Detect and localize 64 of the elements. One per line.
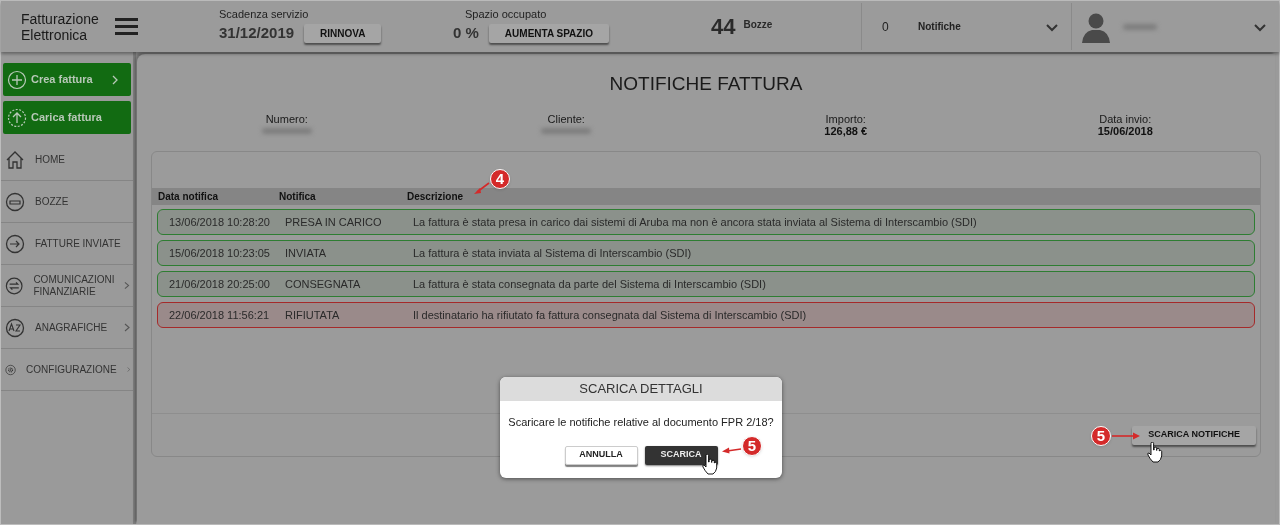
dialog-title: SCARICA DETTAGLI [500, 377, 782, 401]
annotation-arrow-icon [473, 182, 491, 196]
arrow-circle-icon [5, 233, 25, 254]
field-label: Cliente: [547, 113, 585, 125]
notifications-label: Notifiche [918, 20, 962, 34]
notification-cell-text: PRESA IN CARICO [285, 214, 383, 230]
sidebar-action-button[interactable]: Carica fattura [3, 101, 131, 134]
hand-cursor-icon [701, 454, 718, 475]
sidebar-item[interactable]: BOZZE [1, 181, 133, 223]
field-label: Data invio: [1099, 113, 1152, 125]
description-cell-text: Il destinatario ha rifiutato fa fattura consegnata dal Sistema di Interscambio (SDI) [413, 307, 808, 323]
space-value: 0 % [453, 23, 479, 44]
description-cell-text: La fattura è stata inviata al Sistema di Interscambio (SDI) [413, 245, 693, 261]
field-label: Importo: [825, 113, 866, 125]
hand-cursor-icon [1146, 442, 1163, 463]
notification-cell-text: CONSEGNATA [285, 276, 362, 292]
notification-row[interactable]: 15/06/2018 10:23:05 INVIATA La fattura è stata inviata al Sistema di Interscambio (SDI) [157, 240, 1255, 266]
field-value: 126,88 € [824, 125, 868, 137]
exchange-icon [5, 275, 24, 296]
expiry-date: 31/12/2019 [219, 23, 295, 44]
date-cell-text: 21/06/2018 20:25:00 [169, 276, 271, 292]
renew-button[interactable]: RINNOVA [304, 24, 382, 43]
column-header: Data notifica [157, 190, 219, 204]
sidebar-item[interactable]: HOME [1, 139, 133, 181]
date-cell-text: 22/06/2018 11:56:21 [169, 307, 271, 323]
menu-icon [114, 18, 138, 35]
logo-text: Fatturazione [21, 10, 99, 27]
notification-cell-text: RIFIUTATA [285, 307, 341, 323]
draft-count: 44 [711, 13, 736, 41]
dialog-message: Scaricare le notifiche relative al documento FPR 2/18? [507, 415, 775, 430]
cancel-button[interactable]: ANNULLA [564, 445, 638, 465]
az-icon [5, 317, 25, 338]
date-cell-text: 15/06/2018 10:23:05 [169, 245, 271, 261]
field-label: Numero: [265, 113, 308, 125]
page-title: NOTIFICHE FATTURA [608, 73, 804, 95]
sidebar-item[interactable]: FATTURE INVIATE [1, 223, 133, 265]
home-icon [5, 149, 25, 170]
upload-icon [7, 107, 27, 128]
plus-circle-icon [7, 69, 27, 90]
notification-row[interactable]: 22/06/2018 11:56:21 RIFIUTATA Il destinatario ha rifiutato fa fattura consegnata dal Sistema di Interscambio (SDI) [157, 302, 1255, 328]
field-label: Scadenza servizio [219, 8, 310, 22]
column-header: Notifica [279, 190, 317, 204]
logo-text: Elettronica [21, 26, 89, 43]
increase-space-button[interactable]: AUMENTA SPAZIO [488, 24, 609, 43]
sidebar-item[interactable]: CONFIGURAZIONE [1, 349, 133, 391]
sidebar-action-button[interactable]: Crea fattura [3, 63, 131, 96]
date-cell-text: 13/06/2018 10:28:20 [169, 214, 271, 230]
download-button[interactable]: SCARICA [644, 445, 718, 465]
tray-icon [5, 191, 25, 212]
column-header: Descrizione [407, 190, 465, 204]
drafts-label: Bozze [743, 18, 773, 32]
annotation-arrow-icon [722, 446, 742, 454]
download-notifications-button[interactable]: SCARICA NOTIFICHE [1132, 425, 1256, 445]
description-cell-text: La fattura è stata presa in carico dai sistemi di Aruba ma non è ancora stata inviata al Sistema di Interscambio (SDI) [413, 214, 978, 230]
field-label: Spazio occupato [464, 8, 548, 22]
sidebar-item[interactable]: COMUNICAZIONI FINANZIARIE [1, 265, 133, 307]
notification-row[interactable]: 13/06/2018 10:28:20 PRESA IN CARICO La fattura è stata presa in carico dai sistemi di Aruba ma non è ancora stata inviata al Sistema di Interscambio (SDI) [157, 209, 1255, 235]
description-cell-text: La fattura è stata consegnata da parte del Sistema di Interscambio (SDI) [413, 276, 767, 292]
annotation-arrow-icon [1112, 432, 1140, 440]
notification-count: 0 [882, 18, 890, 36]
sidebar-item[interactable]: ANAGRAFICHE [1, 307, 133, 349]
field-value: 15/06/2018 [1097, 125, 1153, 137]
notification-cell-text: INVIATA [285, 245, 328, 261]
notification-row[interactable]: 21/06/2018 20:25:00 CONSEGNATA La fattura è stata consegnata da parte del Sistema di Interscambio (SDI) [157, 271, 1255, 297]
